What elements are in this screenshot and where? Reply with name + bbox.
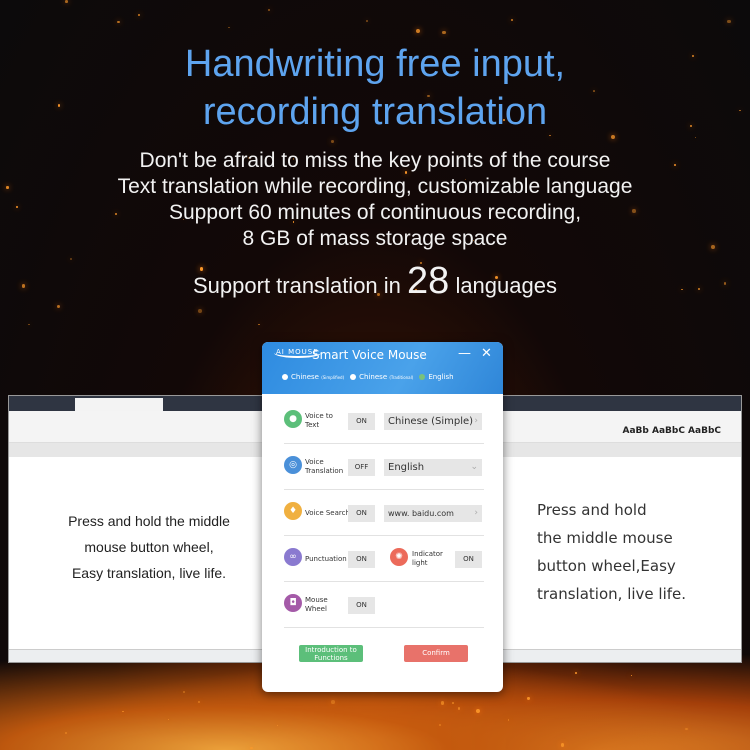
spark bbox=[440, 701, 445, 705]
spark bbox=[416, 29, 421, 34]
subtitle-line: Support 60 minutes of continuous recordi… bbox=[168, 201, 582, 224]
spark bbox=[452, 702, 454, 705]
subtitle-line: 8 GB of mass storage space bbox=[242, 227, 508, 250]
voice-translation-label: Voice Translation bbox=[305, 458, 344, 475]
doc-line: Press and hold the middle bbox=[68, 513, 230, 529]
row-voice-to-text: ● Voice to Text ON Chinese (Simple) › bbox=[284, 400, 484, 444]
punctuation-label: Punctuation bbox=[305, 555, 347, 563]
languages-prefix: Support translation in bbox=[193, 273, 401, 298]
row-punctuation-indicator: ∞ Punctuation ON ✺ Indicator light ON bbox=[284, 538, 484, 582]
radio-chinese-traditional[interactable]: Chinese (Traditional) bbox=[350, 373, 413, 381]
mouse-wheel-toggle[interactable]: ON bbox=[348, 597, 375, 614]
chevron-down-icon: ⌄ bbox=[470, 462, 478, 472]
spark bbox=[64, 0, 68, 4]
style-presets[interactable]: AaBb AaBbC AaBbC bbox=[623, 426, 722, 436]
spark bbox=[137, 13, 141, 16]
spark bbox=[507, 719, 510, 721]
spark bbox=[694, 136, 696, 138]
indicator-light-label: Indicator light bbox=[412, 550, 443, 567]
languages-suffix: languages bbox=[455, 273, 557, 298]
spark bbox=[28, 323, 30, 326]
document-tab[interactable] bbox=[75, 398, 163, 411]
voice-to-text-toggle[interactable]: ON bbox=[348, 413, 375, 430]
punctuation-toggle[interactable]: ON bbox=[348, 551, 375, 568]
spark bbox=[268, 9, 271, 12]
light-icon: ✺ bbox=[390, 548, 408, 566]
spark bbox=[182, 691, 185, 693]
introduction-button[interactable]: Introduction to Functions bbox=[299, 645, 363, 662]
spark bbox=[727, 19, 732, 24]
voice-translation-language-select[interactable]: English ⌄ bbox=[384, 459, 482, 476]
spark bbox=[330, 700, 335, 705]
row-mouse-wheel: ◘ Mouse Wheel ON bbox=[284, 584, 484, 628]
voice-search-toggle[interactable]: ON bbox=[348, 505, 375, 522]
voice-to-text-label: Voice to Text bbox=[305, 412, 333, 429]
spark bbox=[117, 20, 120, 23]
spark bbox=[228, 26, 230, 29]
doc-right-text: Press and hold the middle mouse button w… bbox=[537, 496, 737, 608]
lightbulb-icon: ♦ bbox=[284, 502, 302, 520]
chevron-right-icon: › bbox=[474, 508, 478, 518]
translate-icon: ◎ bbox=[284, 456, 302, 474]
subtitle: Don't be afraid to miss the key points o… bbox=[0, 148, 750, 252]
headline-line2: recording translation bbox=[202, 91, 548, 133]
doc-left-text: Press and hold the middle mouse button w… bbox=[39, 508, 259, 586]
spark bbox=[560, 743, 565, 747]
voice-translation-toggle[interactable]: OFF bbox=[348, 459, 375, 476]
doc-line: the middle mouse bbox=[537, 529, 673, 547]
smart-voice-mouse-dialog: AI MOUSE Smart Voice Mouse — ✕ Chinese (… bbox=[262, 342, 503, 692]
chevron-right-icon: › bbox=[474, 416, 478, 426]
spark bbox=[574, 671, 577, 674]
close-button[interactable]: ✕ bbox=[481, 346, 492, 361]
row-voice-translation: ◎ Voice Translation OFF English ⌄ bbox=[284, 446, 484, 490]
headline-line1: Handwriting free input, bbox=[184, 43, 566, 85]
confirm-button[interactable]: Confirm bbox=[404, 645, 468, 662]
radio-chinese-simplified[interactable]: Chinese (Simplified) bbox=[282, 373, 344, 381]
spark bbox=[439, 723, 441, 726]
radio-english[interactable]: English bbox=[419, 373, 454, 381]
minimize-button[interactable]: — bbox=[458, 346, 471, 361]
spark bbox=[57, 304, 61, 308]
subtitle-line: Text translation while recording, custom… bbox=[117, 175, 633, 198]
subtitle-line: Don't be afraid to miss the key points o… bbox=[139, 149, 611, 172]
doc-line: translation, live life. bbox=[537, 585, 687, 603]
doc-line: mouse button wheel, bbox=[84, 539, 214, 555]
doc-line: Press and hold bbox=[537, 501, 647, 519]
languages-line: Support translation in 28 languages bbox=[0, 260, 750, 303]
spark bbox=[527, 697, 530, 700]
spark bbox=[510, 18, 513, 21]
voice-search-engine-select[interactable]: www. baidu.com › bbox=[384, 505, 482, 522]
punctuation-icon: ∞ bbox=[284, 548, 302, 566]
spark bbox=[330, 140, 334, 144]
spark bbox=[258, 323, 260, 326]
doc-line: Easy translation, live life. bbox=[71, 565, 227, 581]
voice-to-text-language-select[interactable]: Chinese (Simple) › bbox=[384, 413, 482, 430]
mouse-icon: ◘ bbox=[284, 594, 302, 612]
doc-line: button wheel,Easy bbox=[537, 557, 676, 575]
spark bbox=[276, 724, 278, 727]
dialog-title: Smart Voice Mouse bbox=[312, 348, 427, 362]
spark bbox=[442, 30, 446, 35]
dialog-header: AI MOUSE Smart Voice Mouse — ✕ Chinese (… bbox=[262, 342, 503, 394]
spark bbox=[198, 309, 203, 314]
languages-count: 28 bbox=[407, 260, 450, 302]
microphone-icon: ● bbox=[284, 410, 302, 428]
row-voice-search: ♦ Voice Search ON www. baidu.com › bbox=[284, 492, 484, 536]
spark bbox=[366, 20, 369, 23]
voice-search-label: Voice Search bbox=[305, 509, 350, 517]
ui-language-radios: Chinese (Simplified) Chinese (Traditiona… bbox=[282, 373, 454, 381]
indicator-light-toggle[interactable]: ON bbox=[455, 551, 482, 568]
mouse-wheel-label: Mouse Wheel bbox=[305, 596, 328, 613]
headline: Handwriting free input, recording transl… bbox=[0, 40, 750, 136]
